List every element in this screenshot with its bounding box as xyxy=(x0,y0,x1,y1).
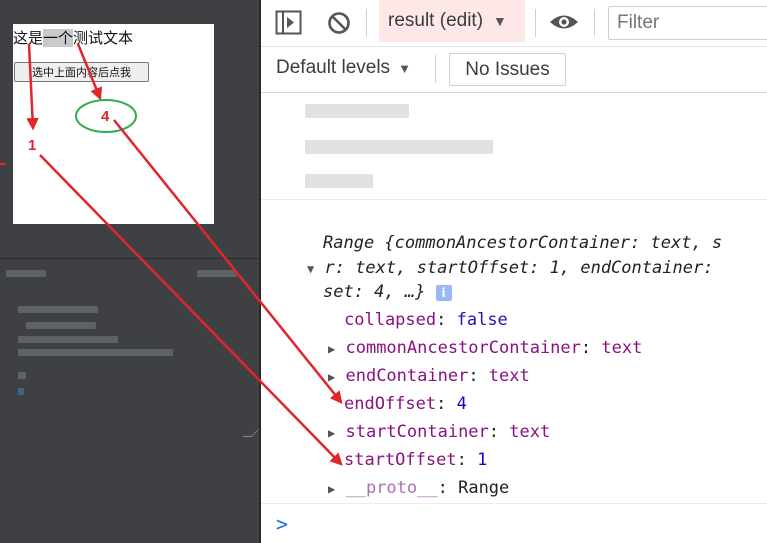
info-icon[interactable]: i xyxy=(435,285,452,301)
pane-divider xyxy=(0,258,261,259)
log-levels-label: Default levels xyxy=(276,57,391,78)
filter-input[interactable] xyxy=(608,6,767,40)
range-summary-line1: Range {commonAncestorContainer: text, s xyxy=(323,233,723,253)
result-preview: 这是一个测试文本 选中上面内容后点我 xyxy=(13,24,214,224)
result-pane: 这是一个测试文本 选中上面内容后点我 xyxy=(0,0,261,543)
prop-end-container[interactable]: ▶ endContainer: text xyxy=(328,368,530,385)
console-toolbar: result (edit) ▼ xyxy=(261,0,767,47)
preview-text-selected: 一个 xyxy=(43,29,74,47)
devtools-console: result (edit) ▼ Default levels ▼ No Issues… xyxy=(261,0,767,543)
annotation-label-1: 1 xyxy=(28,137,37,154)
prop-collapsed: collapsed: false xyxy=(344,310,508,330)
issues-button[interactable]: No Issues xyxy=(449,53,566,86)
range-summary-line2[interactable]: ▼ r: text, startOffset: 1, endContainer: xyxy=(307,260,713,277)
collapsed-triangle-icon[interactable]: ▶ xyxy=(328,483,335,495)
eye-icon[interactable] xyxy=(549,12,579,32)
chevron-down-icon: ▼ xyxy=(398,60,411,76)
console-prompt[interactable]: > xyxy=(276,512,288,536)
prop-common-ancestor[interactable]: ▶ commonAncestorContainer: text xyxy=(328,340,642,357)
select-button[interactable]: 选中上面内容后点我 xyxy=(14,62,149,82)
clear-console-icon[interactable] xyxy=(327,11,351,35)
preview-text-after: 测试文本 xyxy=(73,29,134,47)
prop-proto[interactable]: ▶ __proto__: Range xyxy=(328,480,509,497)
range-summary-line3-text: set: 4, …} xyxy=(323,282,426,302)
preview-text-before: 这是 xyxy=(13,29,44,47)
prop-start-offset: startOffset: 1 xyxy=(344,450,488,470)
collapsed-triangle-icon[interactable]: ▶ xyxy=(328,427,335,439)
sidebar-toggle-icon[interactable] xyxy=(275,10,302,35)
context-select[interactable]: result (edit) ▼ xyxy=(379,0,525,42)
collapsed-triangle-icon[interactable]: ▶ xyxy=(328,343,335,355)
annotation-label-4: 4 xyxy=(101,108,110,125)
chevron-down-icon: ▼ xyxy=(493,13,507,29)
prop-start-container[interactable]: ▶ startContainer: text xyxy=(328,424,550,441)
prompt-divider xyxy=(261,503,767,504)
prop-end-offset: endOffset: 4 xyxy=(344,394,467,414)
log-levels-dropdown[interactable]: Default levels ▼ xyxy=(276,57,411,79)
range-summary-line2-text: r: text, startOffset: 1, endContainer: xyxy=(324,258,714,278)
range-summary-line3: set: 4, …} i xyxy=(323,284,452,301)
message-divider xyxy=(261,199,767,200)
collapsed-triangle-icon[interactable]: ▶ xyxy=(328,371,335,383)
expanded-triangle-icon[interactable]: ▼ xyxy=(307,263,314,275)
context-select-label: result (edit) xyxy=(388,10,484,31)
preview-text[interactable]: 这是一个测试文本 xyxy=(13,27,133,48)
resize-grip[interactable] xyxy=(242,428,261,437)
